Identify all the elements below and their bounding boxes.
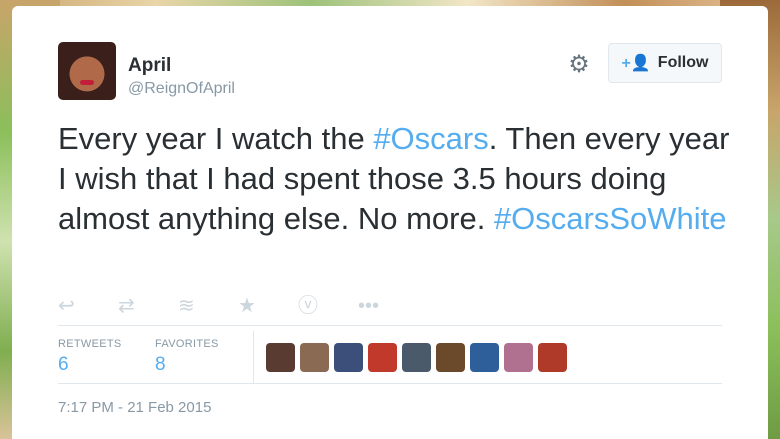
more-icon[interactable]: ••• — [358, 292, 418, 320]
stack-icon[interactable]: ≋ — [178, 292, 238, 320]
divider — [253, 331, 254, 383]
favoriter-avatar[interactable] — [368, 343, 397, 372]
favoriter-avatar[interactable] — [470, 343, 499, 372]
favorites-stat[interactable]: FAVORITES 8 — [155, 338, 219, 376]
favorites-count: 8 — [155, 354, 166, 375]
favoriter-avatar[interactable] — [538, 343, 567, 372]
tweet-timestamp[interactable]: 7:17 PM - 21 Feb 2015 — [58, 399, 211, 416]
retweets-stat[interactable]: RETWEETS 6 — [58, 338, 122, 376]
follow-button[interactable]: +👤 Follow — [608, 43, 722, 83]
tweet-actions: ↩ ⇄ ≋ ★ ⓥ ••• — [58, 292, 418, 320]
favoriter-avatar[interactable] — [436, 343, 465, 372]
tweet-stats: RETWEETS 6 FAVORITES 8 — [58, 331, 722, 383]
reply-icon[interactable]: ↩ — [58, 292, 118, 320]
follow-label: Follow — [657, 54, 709, 71]
tweet-text-segment: Every year I watch the — [58, 121, 374, 156]
user-handle[interactable]: @ReignOfApril — [128, 80, 235, 98]
divider — [58, 383, 722, 384]
gear-icon[interactable]: ⚙ — [566, 52, 592, 78]
favoriter-avatar[interactable] — [300, 343, 329, 372]
follow-person-icon: +👤 — [621, 55, 651, 72]
favoriter-avatar[interactable] — [266, 343, 295, 372]
favorites-label: FAVORITES — [155, 338, 219, 350]
retweet-icon[interactable]: ⇄ — [118, 292, 178, 320]
favoriter-avatar[interactable] — [504, 343, 533, 372]
favoriter-avatar[interactable] — [334, 343, 363, 372]
vine-icon[interactable]: ⓥ — [298, 292, 358, 320]
tweet-card: April @ReignOfApril ⚙ +👤 Follow Every ye… — [12, 6, 768, 439]
retweets-label: RETWEETS — [58, 338, 122, 350]
favoriter-avatar[interactable] — [402, 343, 431, 372]
favoriter-avatars — [266, 343, 567, 372]
avatar[interactable] — [58, 42, 116, 100]
retweets-count: 6 — [58, 354, 69, 375]
hashtag-link[interactable]: #Oscars — [373, 121, 488, 156]
tweet-text: Every year I watch the #Oscars. Then eve… — [58, 119, 738, 239]
hashtag-link[interactable]: #OscarsSoWhite — [494, 201, 727, 236]
user-name[interactable]: April — [128, 55, 171, 77]
star-icon[interactable]: ★ — [238, 292, 298, 320]
tweet-header: April @ReignOfApril ⚙ +👤 Follow — [58, 42, 722, 106]
divider — [58, 325, 722, 326]
